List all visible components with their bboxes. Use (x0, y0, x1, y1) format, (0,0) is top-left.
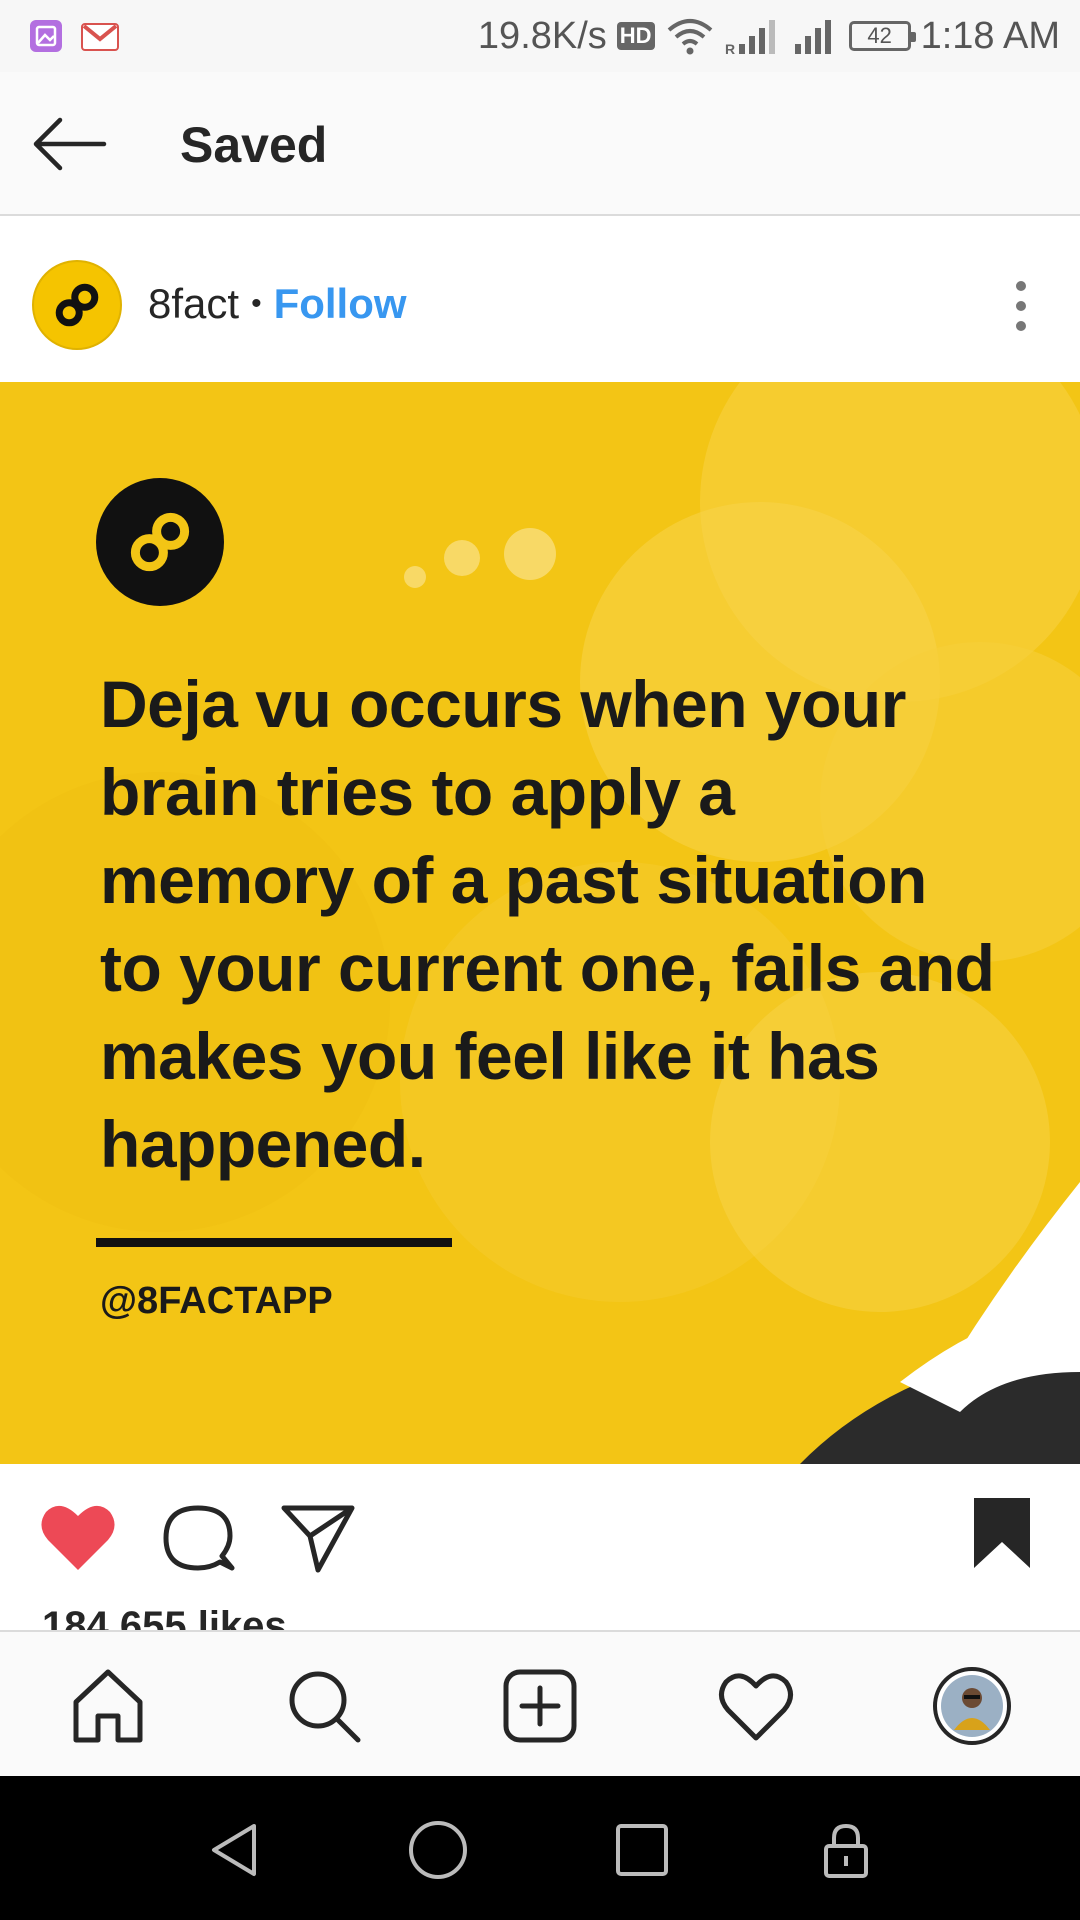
gmail-notification-icon (81, 23, 119, 51)
triangle-back-icon (212, 1824, 256, 1876)
nav-profile[interactable] (932, 1666, 1012, 1746)
battery-indicator: 42 (848, 21, 916, 51)
8fact-logo-badge (96, 478, 224, 606)
hd-badge: HD (616, 22, 655, 50)
network-speed: 19.8K/s (477, 14, 607, 57)
svg-text:R: R (725, 41, 735, 56)
circle-home-icon (409, 1821, 467, 1879)
send-icon (281, 1505, 355, 1573)
post-user-line: 8fact • Follow (148, 280, 407, 328)
lock-icon (824, 1823, 868, 1878)
nav-activity[interactable] (716, 1666, 796, 1746)
system-recents-button[interactable] (610, 1818, 674, 1882)
nav-search[interactable] (284, 1666, 364, 1746)
app-header: Saved (0, 72, 1080, 216)
back-button[interactable] (30, 112, 110, 176)
status-notifications (28, 18, 120, 54)
post-avatar[interactable] (32, 260, 122, 350)
post-image[interactable]: Deja vu occurs when your brain tries to … (0, 382, 1080, 1464)
battery-level: 42 (867, 23, 892, 48)
nav-add-post[interactable] (500, 1666, 580, 1746)
more-options-button[interactable] (1006, 276, 1036, 336)
signal-r-icon: R (725, 20, 775, 56)
wifi-icon (667, 19, 712, 55)
nav-home[interactable] (68, 1666, 148, 1746)
heart-outline-icon (719, 1673, 793, 1741)
separator-dot: • (251, 287, 262, 320)
system-nav-bar (0, 1776, 1080, 1920)
comment-button[interactable] (160, 1500, 236, 1576)
more-vertical-icon (1016, 281, 1026, 331)
search-icon (289, 1671, 361, 1743)
home-icon (73, 1669, 143, 1743)
share-button[interactable] (280, 1500, 356, 1576)
image-divider (96, 1238, 452, 1247)
post-header: 8fact • Follow (0, 216, 1080, 382)
like-button[interactable] (38, 1502, 118, 1574)
status-bar: 19.8K/s HD R 42 1:18 AM (0, 0, 1080, 72)
clock: 1:18 AM (920, 14, 1060, 57)
gallery-notification-icon (30, 20, 62, 52)
arrow-left-icon (33, 117, 107, 171)
8fact-logo-icon (96, 478, 224, 606)
post-username[interactable]: 8fact (148, 280, 239, 328)
8fact-logo-icon (55, 283, 99, 327)
post-image-caption: Deja vu occurs when your brain tries to … (100, 667, 995, 1181)
profile-avatar-icon (933, 1667, 1011, 1745)
system-lock-button[interactable] (814, 1818, 878, 1882)
add-post-icon (503, 1669, 577, 1743)
heart-filled-icon (41, 1505, 115, 1570)
square-recents-icon (616, 1824, 668, 1876)
save-button[interactable] (970, 1494, 1034, 1572)
bookmark-filled-icon (974, 1498, 1030, 1568)
status-indicators: 19.8K/s HD R 42 1:18 AM (478, 12, 1060, 60)
follow-button[interactable]: Follow (274, 280, 407, 328)
page-title: Saved (180, 117, 328, 173)
signal-icon (794, 20, 831, 54)
comment-icon (163, 1505, 235, 1571)
bottom-nav (0, 1630, 1080, 1776)
system-back-button[interactable] (202, 1818, 266, 1882)
image-handle: @8FACTAPP (100, 1280, 333, 1322)
system-home-button[interactable] (406, 1818, 470, 1882)
post-actions: 184,655 likes (0, 1464, 1080, 1648)
